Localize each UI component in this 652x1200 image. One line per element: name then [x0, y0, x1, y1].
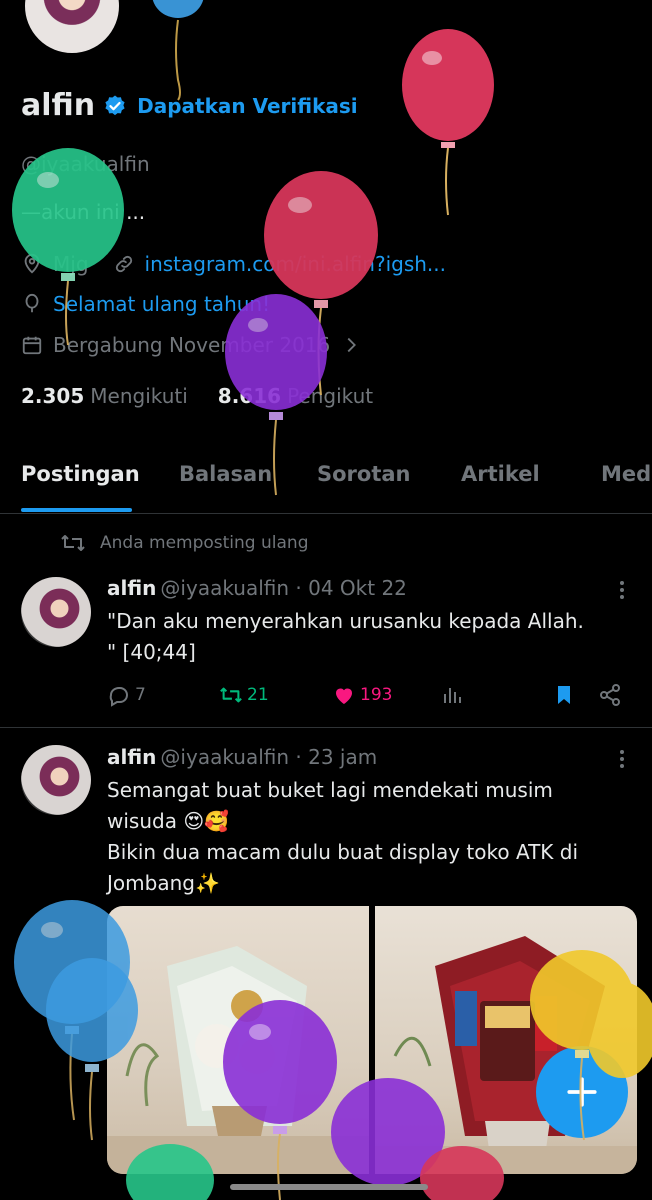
post-image-bouquet-white[interactable] [107, 906, 369, 1174]
followers-count: 8.616 [217, 384, 282, 408]
reply-button[interactable]: 7 [107, 683, 146, 707]
followers-label: Pengikut [287, 384, 374, 408]
reply-icon [109, 687, 128, 707]
bouquet-image [107, 946, 369, 1174]
post-header: alfin @iyaakualfin · 04 Okt 22 [107, 576, 407, 600]
calendar-icon [22, 336, 42, 355]
tab-sorotan[interactable]: Sorotan [317, 462, 411, 486]
tab-media[interactable]: Media [601, 462, 652, 486]
post-divider [0, 727, 652, 728]
post-text-line: wisuda 😍🥰 [107, 809, 230, 833]
following-count: 2.305 [21, 384, 85, 408]
post-text-line: "Dan aku menyerahkan urusanku kepada All… [107, 609, 584, 633]
verified-icon [105, 95, 125, 115]
share-button[interactable] [598, 683, 622, 707]
profile-location: Mjg [53, 252, 89, 276]
get-verified-link[interactable]: Dapatkan Verifikasi [137, 94, 358, 118]
repost-button[interactable]: 21 [219, 683, 269, 707]
repost-icon [220, 687, 242, 703]
views-icon [444, 688, 461, 703]
post-author-name[interactable]: alfin [107, 745, 156, 769]
more-icon[interactable] [620, 578, 626, 602]
share-icon [600, 684, 620, 706]
post-actions: 7 21 193 [107, 683, 627, 711]
profile-bio: —akun ini ... [21, 200, 146, 224]
post-text: "Dan aku menyerahkan urusanku kepada All… [107, 606, 627, 668]
post-header: alfin @iyaakualfin · 23 jam [107, 745, 377, 769]
heart-icon [336, 688, 352, 704]
balloon-icon [25, 293, 39, 313]
post-text: Semangat buat buket lagi mendekati musim… [107, 775, 627, 899]
profile-website-link[interactable]: instagram.com/ini.alfin?igsh... [145, 252, 446, 276]
repost-note-text: Anda memposting ulang [100, 533, 309, 553]
post-author-handle: @iyaakualfin · 23 jam [160, 745, 378, 769]
post-text-line: Semangat buat buket lagi mendekati musim [107, 778, 553, 802]
profile-joined-row[interactable]: Bergabung November 2016 [21, 333, 362, 357]
tab-artikel[interactable]: Artikel [461, 462, 540, 486]
post-author-name[interactable]: alfin [107, 576, 156, 600]
profile-birthday[interactable]: Selamat ulang tahun! [53, 292, 270, 316]
active-tab-indicator [21, 508, 132, 512]
post-avatar[interactable] [21, 745, 91, 815]
repost-count: 21 [247, 685, 269, 705]
post-avatar[interactable] [21, 577, 91, 647]
profile-location-row: Mjg instagram.com/ini.alfin?igsh... [21, 252, 446, 276]
post-text-line: " [40;44] [107, 640, 196, 664]
balloon-blue-top [152, 0, 204, 101]
like-count: 193 [360, 685, 393, 705]
reply-count: 7 [135, 685, 146, 705]
profile-name: alfin [21, 88, 96, 123]
profile-tabs: Postingan Balasan Sorotan Artikel Media [0, 452, 652, 514]
profile-joined: Bergabung November 2016 [53, 333, 331, 357]
more-icon[interactable] [620, 747, 626, 771]
bookmark-icon [558, 686, 570, 704]
like-button[interactable]: 193 [332, 683, 392, 707]
following-stat[interactable]: 2.305 Mengikuti [21, 384, 188, 408]
balloon-red-center [264, 171, 378, 396]
following-label: Mengikuti [90, 384, 188, 408]
chevron-right-icon [347, 337, 357, 353]
post-text-line: Jombang✨ [107, 871, 220, 895]
follow-stats: 2.305 Mengikuti 8.616 Pengikut [21, 384, 373, 408]
views-button[interactable] [440, 683, 464, 707]
tab-postingan[interactable]: Postingan [21, 462, 140, 486]
compose-button[interactable] [536, 1046, 628, 1138]
repost-icon [61, 535, 85, 551]
link-icon [115, 255, 132, 273]
profile-birthday-row: Selamat ulang tahun! [21, 292, 270, 316]
home-indicator[interactable] [230, 1184, 428, 1190]
followers-stat[interactable]: 8.616 Pengikut [218, 384, 373, 408]
post-author-handle: @iyaakualfin · 04 Okt 22 [160, 576, 407, 600]
profile-name-row: alfin Dapatkan Verifikasi [21, 88, 358, 123]
tab-balasan[interactable]: Balasan [179, 462, 272, 486]
post-text-line: Bikin dua macam dulu buat display toko A… [107, 840, 579, 864]
balloon-red-right [402, 29, 494, 216]
bookmark-button[interactable] [552, 683, 576, 707]
profile-avatar[interactable] [22, 0, 122, 56]
plus-icon [567, 1077, 597, 1107]
profile-handle: @iyaakualfin [21, 152, 150, 176]
location-icon [24, 253, 40, 274]
repost-note: Anda memposting ulang [60, 532, 308, 554]
